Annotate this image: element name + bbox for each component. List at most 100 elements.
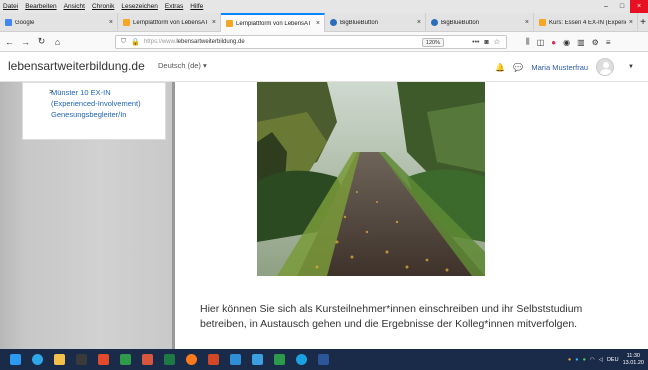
back-arrow-icon[interactable]: ← [3, 35, 16, 49]
site-favicon-icon [123, 19, 130, 26]
tab-bigbluebutton-1[interactable]: BigBlueButton × [325, 13, 426, 32]
powerpoint-icon[interactable] [204, 349, 222, 370]
pocket-icon[interactable]: ◙ [484, 39, 488, 46]
url-bar[interactable]: ⛉ 🔒 https://www. lebensartweiterbildung.… [115, 35, 507, 49]
user-name[interactable]: Maria Musterfrau [531, 63, 588, 72]
menu-bar: Datei Bearbeiten Ansicht Chronik Lesezei… [0, 0, 648, 13]
tab-close-icon[interactable]: × [525, 19, 529, 26]
word-icon[interactable] [314, 349, 332, 370]
course-link[interactable]: Münster 10 EX-IN (Experienced-Involvemen… [51, 88, 141, 119]
menu-bearbeiten[interactable]: Bearbeiten [25, 3, 56, 10]
tab-close-icon[interactable]: × [212, 19, 216, 26]
tab-kurs-essen[interactable]: Kurs: Essen 4 EX-IN (Experien × [534, 13, 638, 32]
volume-icon[interactable]: ◁ [599, 357, 603, 363]
menu-extras[interactable]: Extras [165, 3, 183, 10]
excel-icon[interactable] [160, 349, 178, 370]
course-photo [257, 82, 485, 276]
tab-title: BigBlueButton [441, 19, 480, 26]
home-icon[interactable]: ⌂ [51, 35, 64, 49]
windows-taskbar: ● ● ● ◠ ◁ DEU 11:30 13.01.20 [0, 349, 648, 370]
zoom-level[interactable]: 120% [421, 38, 444, 47]
internet-explorer-icon[interactable] [28, 349, 46, 370]
bbb-favicon-icon [330, 19, 337, 26]
tab-close-icon[interactable]: × [109, 19, 113, 26]
tray-icon[interactable]: ● [583, 357, 586, 363]
library-icon[interactable]: ⫼ [526, 37, 530, 47]
app-icon[interactable] [226, 349, 244, 370]
app-icon[interactable] [94, 349, 112, 370]
site-header: lebensartweiterbildung.de Deutsch (de) ▾… [0, 52, 648, 82]
lock-icon: 🔒 [131, 39, 140, 46]
avatar[interactable] [596, 58, 615, 76]
tab-close-icon[interactable]: × [417, 19, 421, 26]
app-icon[interactable] [116, 349, 134, 370]
clock-time: 11:30 [626, 352, 640, 359]
forward-arrow-icon[interactable]: → [19, 35, 32, 49]
reload-icon[interactable]: ↻ [35, 35, 48, 49]
window-controls: – □ × [598, 0, 648, 13]
clock[interactable]: 11:30 13.01.20 [623, 353, 644, 367]
clock-date: 13.01.20 [622, 359, 644, 366]
course-nav-block: > Münster 10 EX-IN (Experienced-Involvem… [22, 82, 166, 140]
tab-title: Kurs: Essen 4 EX-IN (Experien [549, 19, 626, 26]
url-actions: ••• ◙ ☆ [472, 36, 500, 48]
description-text: Hier können Sie sich als Kursteilnehmer*… [200, 303, 583, 330]
wifi-icon[interactable]: ◠ [590, 357, 595, 363]
tab-lernplattform-active[interactable]: Lernplattform von LebensAT × [221, 13, 325, 32]
site-brand[interactable]: lebensartweiterbildung.de [8, 59, 145, 73]
search-addon-icon[interactable]: ◉ [563, 38, 570, 47]
language-selector[interactable]: Deutsch (de) ▾ [158, 61, 207, 70]
tray-icon[interactable]: ● [575, 357, 578, 363]
notification-bell-icon[interactable]: 🔔 [495, 63, 505, 72]
toolbar-icons: ⫼ ◫ ● ◉ ▥ ⚙ ≡ [526, 35, 610, 49]
page-content: lebensartweiterbildung.de Deutsch (de) ▾… [0, 52, 648, 349]
more-actions-icon[interactable]: ••• [472, 39, 479, 46]
course-description: Hier können Sie sich als Kursteilnehmer*… [200, 302, 620, 332]
hamburger-menu-icon[interactable]: ≡ [606, 38, 611, 47]
close-window-button[interactable]: × [630, 0, 648, 13]
app-icon[interactable] [72, 349, 90, 370]
tab-lernplattform-1[interactable]: Lernplattform von LebensAT × [118, 13, 221, 32]
app-icon[interactable] [138, 349, 156, 370]
site-favicon-icon [539, 19, 546, 26]
menu-datei[interactable]: Datei [3, 3, 18, 10]
tab-bigbluebutton-2[interactable]: BigBlueButton × [426, 13, 534, 32]
site-favicon-icon [226, 20, 233, 27]
minimize-button[interactable]: – [598, 0, 614, 13]
new-tab-button[interactable]: + [638, 13, 648, 31]
messages-icon[interactable]: 💬 [513, 63, 523, 72]
extension-icon[interactable]: ⚙ [592, 38, 599, 47]
tab-close-icon[interactable]: × [629, 19, 633, 26]
firefox-icon[interactable] [182, 349, 200, 370]
chevron-right-icon: > [49, 89, 54, 96]
main-region: Hier können Sie sich als Kursteilnehmer*… [175, 82, 648, 349]
bbb-favicon-icon [431, 19, 438, 26]
tab-title: BigBlueButton [340, 19, 379, 26]
bars-icon[interactable]: ▥ [577, 38, 585, 47]
app-icon[interactable] [292, 349, 310, 370]
tab-google[interactable]: Google × [0, 13, 118, 32]
path-through-woods-image [257, 82, 485, 276]
header-user-area: 🔔 💬 Maria Musterfrau ▼ [495, 57, 634, 77]
tab-close-icon[interactable]: × [316, 20, 320, 27]
google-favicon-icon [5, 19, 12, 26]
tray-icon[interactable]: ● [568, 357, 571, 363]
app-icon[interactable] [248, 349, 266, 370]
url-domain: lebensartweiterbildung.de [176, 39, 245, 45]
maximize-button[interactable]: □ [614, 0, 630, 13]
tab-title: Lernplattform von LebensAT [133, 19, 209, 26]
file-explorer-icon[interactable] [50, 349, 68, 370]
menu-hilfe[interactable]: Hilfe [190, 3, 203, 10]
menu-ansicht[interactable]: Ansicht [64, 3, 85, 10]
windows-start-icon[interactable] [6, 349, 24, 370]
calculator-icon[interactable] [270, 349, 288, 370]
menu-chronik[interactable]: Chronik [92, 3, 114, 10]
sidebar-icon[interactable]: ◫ [537, 38, 545, 47]
navigation-bar: ← → ↻ ⌂ ⛉ 🔒 https://www. lebensartweiter… [0, 32, 648, 52]
chevron-down-icon[interactable]: ▼ [628, 64, 634, 70]
menu-lesezeichen[interactable]: Lesezeichen [121, 3, 158, 10]
bookmark-star-icon[interactable]: ☆ [494, 38, 500, 46]
tab-title: Lernplattform von LebensAT [236, 20, 312, 27]
tray-language[interactable]: DEU [607, 357, 619, 363]
addon-icon[interactable]: ● [551, 38, 556, 47]
